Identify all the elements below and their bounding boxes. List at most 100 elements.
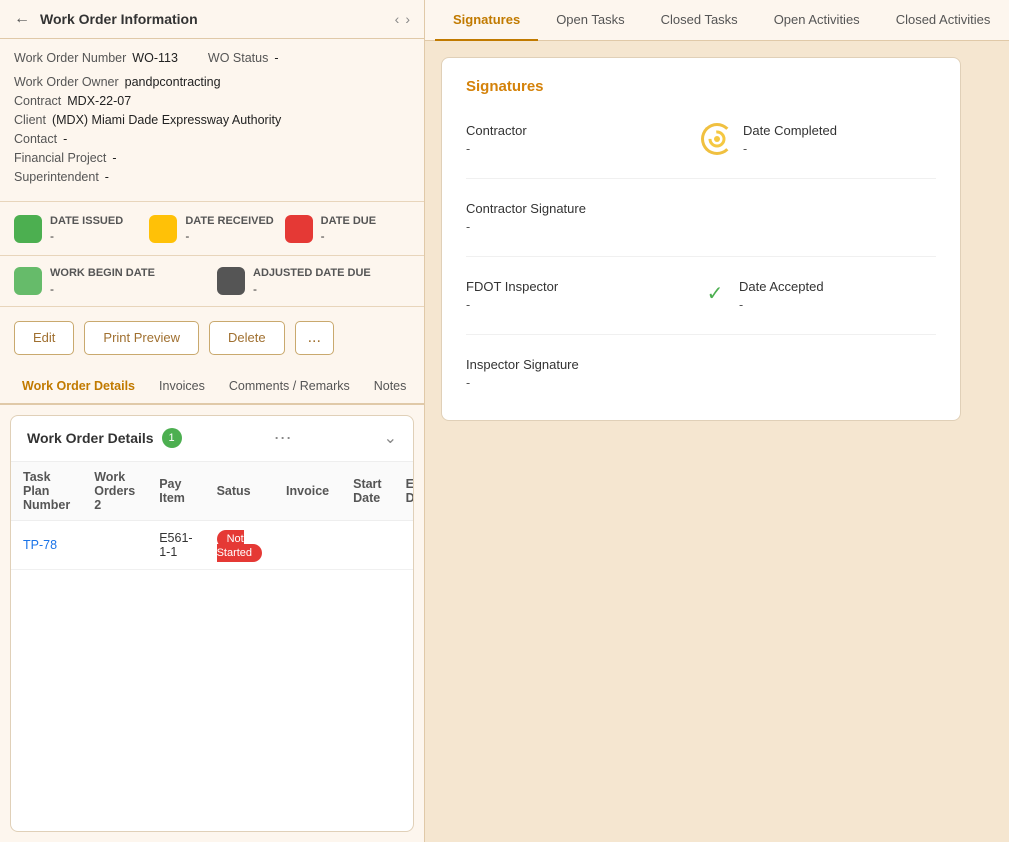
date-issued-info: DATE ISSUED - [50,214,123,243]
nav-arrows: ‹ › [395,11,410,27]
work-begin-info: WORK BEGIN DATE - [50,266,155,295]
date-issued-badge: DATE ISSUED - [14,214,139,243]
adjusted-date-icon [217,267,245,295]
col-start-date: Start Date [341,462,393,521]
tab-work-order-details[interactable]: Work Order Details [10,369,147,405]
date-issued-icon [14,215,42,243]
sig-row-2: Contractor Signature - [466,191,936,257]
adjusted-date-due-badge: ADJUSTED DATE DUE - [217,266,410,295]
left-panel: ← Work Order Information ‹ › Work Order … [0,0,425,842]
back-arrow-icon[interactable]: ← [14,10,30,28]
prev-arrow-icon[interactable]: ‹ [395,11,400,27]
cell-end-date [394,520,413,569]
superintendent-value: - [105,170,109,184]
date-completed-section: Date Completed - [701,113,936,166]
tab-notes[interactable]: Notes [362,369,419,405]
contractor-value: - [466,142,701,156]
details-collapse-button[interactable]: ⌄ [384,428,397,448]
tab-open-activities[interactable]: Open Activities [756,0,878,41]
contractor-sig-label: Contractor Signature [466,201,936,216]
signatures-title: Signatures [466,78,936,95]
contractor-label: Contractor [466,123,701,138]
dates-grid-1: DATE ISSUED - DATE RECEIVED - DATE DUE - [0,202,424,256]
details-header: Work Order Details 1 ⋯ ⌄ [11,416,413,462]
sig-row-4: Inspector Signature - [466,347,936,400]
fdot-inspector-value: - [466,298,701,312]
tp-link[interactable]: TP-78 [23,538,57,552]
contract-value: MDX-22-07 [67,94,131,108]
contact-value: - [63,132,67,146]
date-due-badge: DATE DUE - [285,214,410,243]
date-issued-value: - [50,229,123,243]
col-status: Satus [205,462,274,521]
date-accepted-check-icon: ✓ [701,279,729,307]
inspector-sig-section: Inspector Signature - [466,347,936,400]
signatures-card: Signatures Contractor - [441,57,961,421]
details-table-header-row: Task Plan Number Work Orders 2 Pay Item … [11,462,413,521]
wo-number-status-row: Work Order Number WO-113 WO Status - [14,51,410,70]
wo-owner-value: pandpcontracting [125,75,221,89]
col-end-date: End Date [394,462,413,521]
tab-images-documents[interactable]: Images & Documents [418,369,424,405]
right-content: Signatures Contractor - [425,41,1009,842]
date-accepted-info: Date Accepted - [739,279,824,312]
date-received-info: DATE RECEIVED - [185,214,273,243]
wo-owner-label: Work Order Owner [14,75,119,89]
superintendent-row: Superintendent - [14,170,410,184]
wo-status-label: WO Status [208,51,268,65]
details-title: Work Order Details [27,430,154,446]
adjusted-date-info: ADJUSTED DATE DUE - [253,266,371,295]
col-work-orders-2: Work Orders 2 [82,462,147,521]
contact-label: Contact [14,132,57,146]
cell-pay-item: E561-1-1 [147,520,204,569]
app-container: ← Work Order Information ‹ › Work Order … [0,0,1009,842]
tab-open-tasks[interactable]: Open Tasks [538,0,642,41]
date-completed-value: - [743,142,837,156]
contractor-sig-section: Contractor Signature - [466,191,936,244]
sig-row-3: FDOT Inspector - ✓ Date Accepted - [466,269,936,335]
date-received-label: DATE RECEIVED [185,214,273,229]
left-panel-title: Work Order Information [40,11,395,27]
details-count-badge: 1 [162,428,182,448]
col-invoice: Invoice [274,462,341,521]
left-header: ← Work Order Information ‹ › [0,0,424,39]
details-table-body: TP-78 E561-1-1 Not Started nolberto [11,520,413,569]
financial-project-row: Financial Project - [14,151,410,165]
tab-closed-tasks[interactable]: Closed Tasks [643,0,756,41]
action-buttons: Edit Print Preview Delete ... [0,307,424,369]
col-pay-item: Pay Item [147,462,204,521]
delete-button[interactable]: Delete [209,321,285,355]
client-label: Client [14,113,46,127]
print-preview-button[interactable]: Print Preview [84,321,199,355]
contact-row: Contact - [14,132,410,146]
contract-label: Contract [14,94,61,108]
superintendent-label: Superintendent [14,170,99,184]
client-row: Client (MDX) Miami Dade Expressway Autho… [14,113,410,127]
work-begin-icon [14,267,42,295]
more-options-button[interactable]: ... [295,321,334,355]
edit-button[interactable]: Edit [14,321,74,355]
tab-invoices[interactable]: Invoices [147,369,217,405]
date-completed-label: Date Completed [743,123,837,138]
cell-invoice [274,520,341,569]
tab-comments-remarks[interactable]: Comments / Remarks [217,369,362,405]
work-order-info: Work Order Number WO-113 WO Status - Wor… [0,39,424,202]
details-more-button[interactable]: ⋯ [274,428,292,449]
date-issued-label: DATE ISSUED [50,214,123,229]
work-begin-label: WORK BEGIN DATE [50,266,155,281]
work-order-details-content: Work Order Details 1 ⋯ ⌄ Task Plan Numbe… [10,415,414,832]
right-panel: Signatures Open Tasks Closed Tasks Open … [425,0,1009,842]
contractor-sig-value: - [466,220,936,234]
adjusted-date-value: - [253,282,371,296]
date-completed-spinner-icon [701,123,733,155]
next-arrow-icon[interactable]: › [405,11,410,27]
date-due-value: - [321,229,376,243]
status-badge: Not Started [217,530,262,562]
cell-work-orders-2 [82,520,147,569]
tab-closed-activities[interactable]: Closed Activities [878,0,1009,41]
tab-signatures[interactable]: Signatures [435,0,538,41]
work-begin-value: - [50,282,155,296]
wo-status-value: - [274,51,278,65]
date-due-icon [285,215,313,243]
fdot-inspector-section: FDOT Inspector - [466,269,701,322]
